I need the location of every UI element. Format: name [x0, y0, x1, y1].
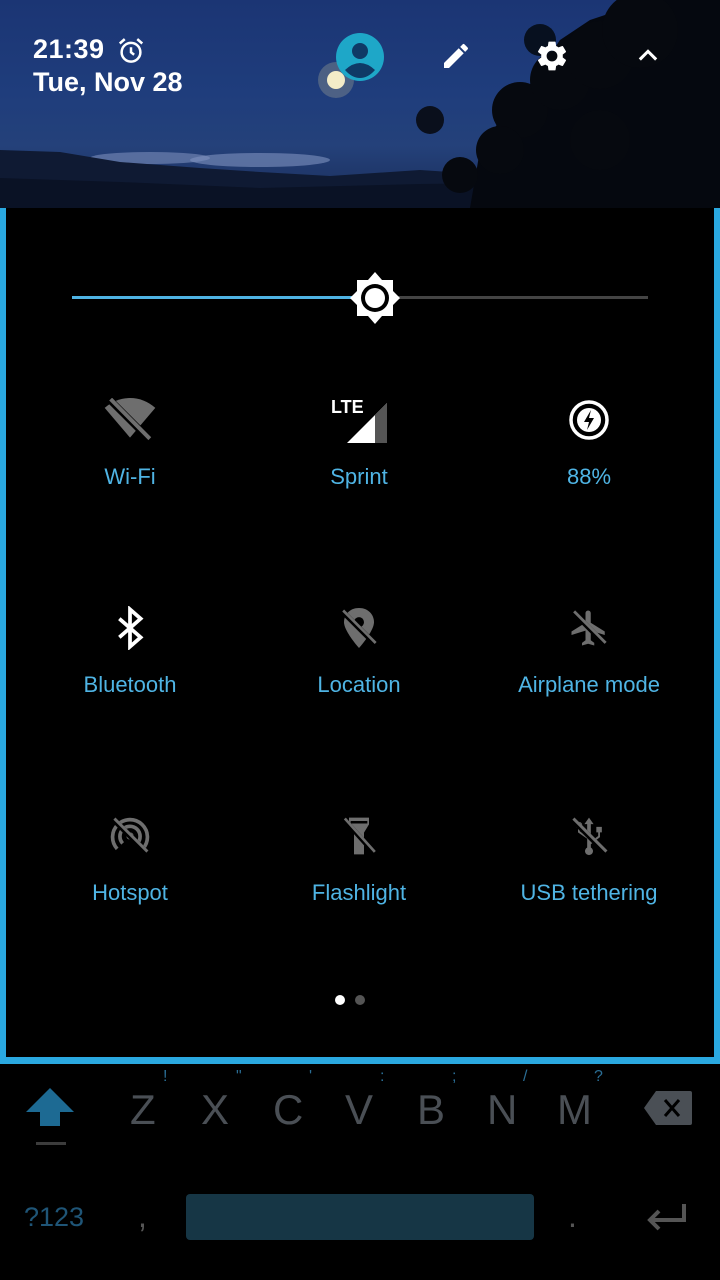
- key-v[interactable]: V: [345, 1086, 373, 1134]
- pager-dot-active[interactable]: [335, 995, 345, 1005]
- tile-bluetooth[interactable]: Bluetooth: [15, 600, 245, 710]
- period-key[interactable]: .: [568, 1198, 577, 1235]
- tile-location[interactable]: Location: [244, 600, 474, 710]
- key-hint: ;: [452, 1068, 457, 1085]
- clock-time: 21:39: [33, 34, 105, 64]
- key-z[interactable]: Z: [130, 1086, 156, 1134]
- space-bar[interactable]: [186, 1194, 534, 1240]
- symbols-key[interactable]: ?123: [24, 1202, 84, 1233]
- usb-off-icon: [570, 817, 608, 856]
- tile-battery[interactable]: 88%: [474, 392, 704, 502]
- tile-label: Bluetooth: [83, 672, 177, 697]
- tile-label: Flashlight: [311, 880, 407, 905]
- wifi-off-icon: [104, 398, 156, 442]
- tile-hotspot[interactable]: Hotspot: [15, 808, 245, 918]
- tile-label: Location: [317, 672, 401, 697]
- airplane-off-icon: [571, 610, 607, 646]
- key-hint: !: [163, 1068, 168, 1085]
- key-m[interactable]: M: [557, 1086, 592, 1134]
- pager-dot[interactable]: [355, 995, 365, 1005]
- key-x[interactable]: X: [201, 1086, 229, 1134]
- brightness-thumb-icon[interactable]: [349, 271, 401, 325]
- shift-icon[interactable]: [24, 1086, 76, 1148]
- clock-date: Tue, Nov 28: [33, 67, 183, 97]
- brightness-slider-filled[interactable]: [72, 296, 375, 299]
- tile-flashlight[interactable]: Flashlight: [244, 808, 474, 918]
- edit-icon[interactable]: [440, 40, 472, 72]
- brightness-slider-track[interactable]: [375, 296, 648, 299]
- flashlight-off-icon: [342, 817, 376, 855]
- bluetooth-icon: [118, 606, 144, 650]
- notification-header: 21:39 Tue, Nov 28: [0, 0, 720, 208]
- location-off-icon: [340, 608, 378, 648]
- key-b[interactable]: B: [417, 1086, 445, 1134]
- key-n[interactable]: N: [487, 1086, 517, 1134]
- key-c[interactable]: C: [273, 1086, 303, 1134]
- comma-key[interactable]: ,: [138, 1198, 147, 1235]
- tile-label: Wi-Fi: [104, 464, 156, 489]
- tile-cellular[interactable]: LTE Sprint: [244, 392, 474, 502]
- svg-text:LTE: LTE: [331, 397, 364, 417]
- tile-label: 88%: [566, 464, 612, 489]
- tile-airplane[interactable]: Airplane mode: [474, 600, 704, 710]
- key-hint: :: [380, 1068, 385, 1085]
- key-hint: ": [236, 1068, 242, 1085]
- hotspot-off-icon: [110, 817, 150, 855]
- settings-icon[interactable]: [534, 38, 570, 74]
- tile-usb-tethering[interactable]: USB tethering: [474, 808, 704, 918]
- tile-label: USB tethering: [520, 880, 658, 905]
- user-icon[interactable]: [335, 32, 385, 82]
- backspace-icon[interactable]: [642, 1088, 694, 1128]
- key-hint: ': [309, 1068, 313, 1085]
- tile-label: Sprint: [330, 464, 388, 489]
- cellular-lte-icon: LTE: [331, 397, 387, 443]
- tile-wifi[interactable]: Wi-Fi: [15, 392, 245, 502]
- enter-icon[interactable]: [644, 1200, 688, 1234]
- alarm-icon: [118, 38, 144, 63]
- tile-label: Hotspot: [92, 880, 168, 905]
- key-hint: /: [523, 1068, 528, 1085]
- tile-label: Airplane mode: [518, 672, 660, 697]
- collapse-chevron-icon[interactable]: [634, 42, 662, 70]
- battery-saver-icon: [569, 400, 609, 440]
- key-hint: ?: [594, 1068, 603, 1085]
